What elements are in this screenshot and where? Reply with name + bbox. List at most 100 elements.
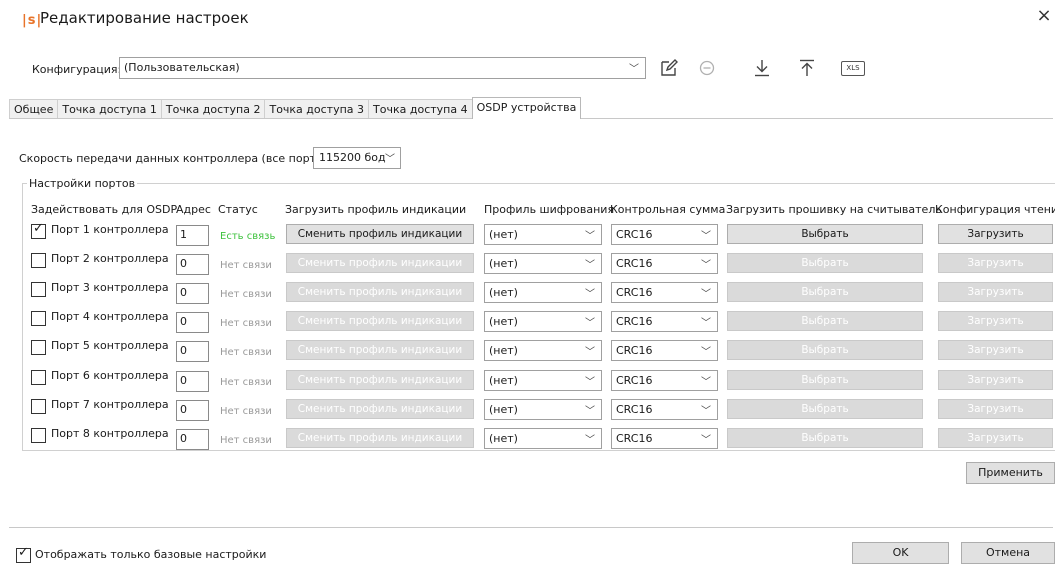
cancel-button[interactable]: Отмена [961,542,1055,564]
port-label: Порт 4 контроллера [51,310,169,323]
osdp-enable-checkbox[interactable] [31,340,46,355]
upload-icon [800,59,814,76]
basic-settings-checkbox[interactable]: ✓ [16,545,31,563]
change-indication-button[interactable]: Сменить профиль индикации [286,399,474,419]
change-indication-button[interactable]: Сменить профиль индикации [286,370,474,390]
encryption-select[interactable]: (нет) ﹀ [484,399,602,420]
tab-4[interactable]: Точка доступа 3 [264,99,370,119]
chevron-down-icon: ﹀ [585,347,595,358]
tab-2[interactable]: Точка доступа 1 [57,99,162,119]
select-firmware-button[interactable]: Выбрать [727,282,923,302]
select-firmware-button[interactable]: Выбрать [727,399,923,419]
tab-3[interactable]: Точка доступа 2 [160,99,266,119]
remove-config-button[interactable] [695,56,719,80]
change-indication-button[interactable]: Сменить профиль индикации [286,253,474,273]
edit-config-button[interactable] [657,56,681,80]
osdp-enable-checkbox[interactable] [31,311,46,326]
header-firmware: Загрузить прошивку на считыватель [726,203,942,216]
checksum-select[interactable]: CRC16 ﹀ [611,370,718,391]
port-row: Порт 3 контроллера 0 Нет связи Сменить проф… [0,280,1055,304]
checksum-select[interactable]: CRC16 ﹀ [611,340,718,361]
select-firmware-button[interactable]: Выбрать [727,224,923,244]
status-text: Нет связи [220,318,272,329]
osdp-enable-checkbox[interactable]: ✓ [31,221,46,239]
address-input[interactable]: 0 [176,429,209,450]
address-input[interactable]: 1 [176,225,209,246]
checksum-select[interactable]: CRC16 ﹀ [611,399,718,420]
basic-settings-label: Отображать только базовые настройки [35,548,267,561]
encryption-select[interactable]: (нет) ﹀ [484,253,602,274]
load-read-config-button[interactable]: Загрузить [938,253,1053,273]
address-input[interactable]: 0 [176,400,209,421]
change-indication-button[interactable]: Сменить профиль индикации [286,428,474,448]
download-config-button[interactable] [750,56,774,80]
change-indication-button[interactable]: Сменить профиль индикации [286,311,474,331]
osdp-enable-checkbox[interactable] [31,282,46,297]
change-indication-button[interactable]: Сменить профиль индикации [286,224,474,244]
download-icon [755,60,769,77]
load-read-config-button[interactable]: Загрузить [938,311,1053,331]
load-read-config-button[interactable]: Загрузить [938,340,1053,360]
select-firmware-button[interactable]: Выбрать [727,428,923,448]
upload-config-button[interactable] [795,56,819,80]
apply-button[interactable]: Применить [966,462,1055,484]
window-title: Редактирование настроек [40,9,249,27]
osdp-enable-checkbox[interactable] [31,253,46,268]
port-label: Порт 6 контроллера [51,369,169,382]
address-input[interactable]: 0 [176,312,209,333]
select-firmware-button[interactable]: Выбрать [727,340,923,360]
checksum-select[interactable]: CRC16 ﹀ [611,311,718,332]
checksum-select[interactable]: CRC16 ﹀ [611,224,718,245]
address-input[interactable]: 0 [176,254,209,275]
chevron-down-icon: ﹀ [701,318,711,329]
osdp-enable-checkbox[interactable] [31,370,46,385]
config-select[interactable]: (Пользовательская) ﹀ [119,57,646,79]
load-read-config-button[interactable]: Загрузить [938,428,1053,448]
checkmark-icon: ✓ [33,221,44,236]
ok-button[interactable]: OK [852,542,949,564]
checksum-select[interactable]: CRC16 ﹀ [611,282,718,303]
config-label: Конфигурация: [32,63,122,76]
tab-1[interactable]: Общее [9,99,59,119]
select-firmware-button[interactable]: Выбрать [727,370,923,390]
osdp-enable-checkbox[interactable] [31,399,46,414]
export-xls-button[interactable]: XLS [839,56,867,80]
port-label: Порт 3 контроллера [51,281,169,294]
xls-icon: XLS [841,60,865,76]
select-firmware-button[interactable]: Выбрать [727,311,923,331]
chevron-down-icon: ﹀ [701,260,711,271]
load-read-config-button[interactable]: Загрузить [938,282,1053,302]
address-input[interactable]: 0 [176,371,209,392]
status-text: Нет связи [220,347,272,358]
checksum-select[interactable]: CRC16 ﹀ [611,428,718,449]
load-read-config-button[interactable]: Загрузить [938,399,1053,419]
select-firmware-button[interactable]: Выбрать [727,253,923,273]
tab-6[interactable]: OSDP устройства [471,97,582,119]
encryption-select[interactable]: (нет) ﹀ [484,224,602,245]
header-indication: Загрузить профиль индикации [285,203,467,216]
change-indication-button[interactable]: Сменить профиль индикации [286,282,474,302]
encryption-select[interactable]: (нет) ﹀ [484,428,602,449]
tab-5[interactable]: Точка доступа 4 [368,99,473,119]
load-read-config-button[interactable]: Загрузить [938,224,1053,244]
encryption-select[interactable]: (нет) ﹀ [484,370,602,391]
encryption-value: (нет) [489,344,518,357]
encryption-select[interactable]: (нет) ﹀ [484,282,602,303]
port-settings-legend: Настройки портов [27,177,138,190]
checksum-select[interactable]: CRC16 ﹀ [611,253,718,274]
osdp-enable-checkbox[interactable] [31,428,46,443]
change-indication-button[interactable]: Сменить профиль индикации [286,340,474,360]
encryption-select[interactable]: (нет) ﹀ [484,340,602,361]
encryption-value: (нет) [489,315,518,328]
port-row: Порт 6 контроллера 0 Нет связи Сменить проф… [0,368,1055,392]
address-input[interactable]: 0 [176,283,209,304]
close-icon[interactable]: × [1034,6,1054,26]
address-input[interactable]: 0 [176,341,209,362]
encryption-value: (нет) [489,432,518,445]
port-row: Порт 4 контроллера 0 Нет связи Сменить проф… [0,309,1055,333]
speed-select[interactable]: 115200 бод ﹀ [313,147,401,169]
port-label: Порт 1 контроллера [51,223,169,236]
load-read-config-button[interactable]: Загрузить [938,370,1053,390]
encryption-select[interactable]: (нет) ﹀ [484,311,602,332]
port-row: Порт 2 контроллера 0 Нет связи Сменить проф… [0,251,1055,275]
